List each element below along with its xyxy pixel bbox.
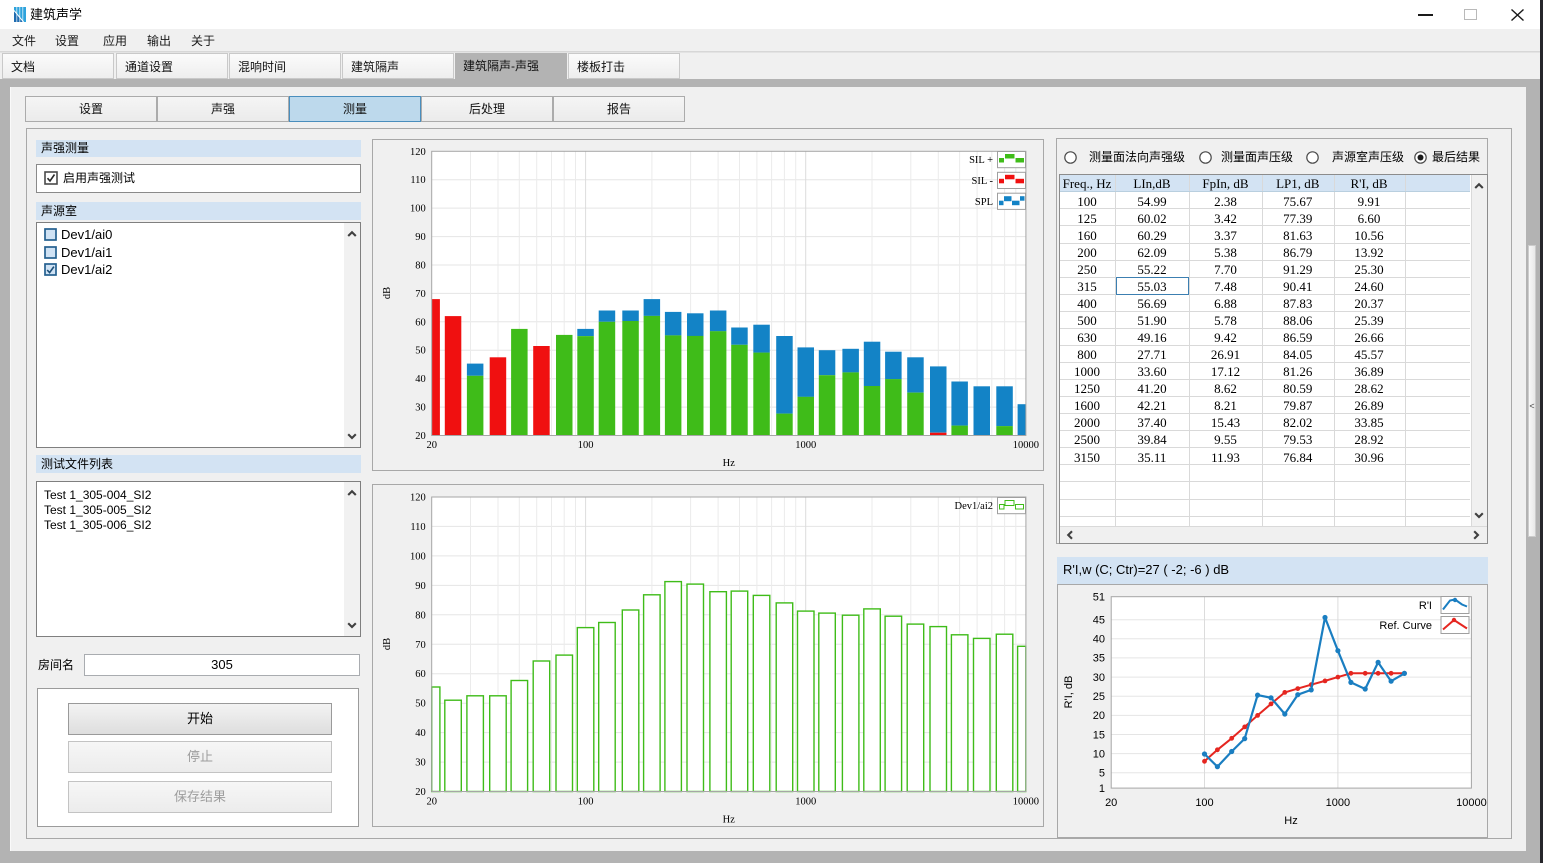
svg-text:30: 30 xyxy=(1093,672,1105,684)
svg-text:100: 100 xyxy=(578,797,594,808)
svg-text:20: 20 xyxy=(426,440,437,451)
svg-text:35: 35 xyxy=(1093,653,1105,665)
svg-text:120: 120 xyxy=(410,147,426,158)
svg-text:SIL +: SIL + xyxy=(969,155,993,166)
svg-text:Hz: Hz xyxy=(723,458,736,469)
svg-text:R'I, dB: R'I, dB xyxy=(1063,676,1075,709)
svg-text:40: 40 xyxy=(415,374,426,385)
svg-text:1: 1 xyxy=(1099,783,1105,795)
svg-text:50: 50 xyxy=(415,699,426,710)
svg-text:110: 110 xyxy=(410,175,425,186)
svg-text:70: 70 xyxy=(415,289,426,300)
svg-text:25: 25 xyxy=(1093,691,1105,703)
svg-text:110: 110 xyxy=(410,522,425,533)
svg-text:20: 20 xyxy=(415,787,426,798)
svg-text:1000: 1000 xyxy=(1326,797,1350,809)
svg-text:Ref. Curve: Ref. Curve xyxy=(1379,620,1432,632)
svg-text:45: 45 xyxy=(1093,615,1105,627)
svg-text:10000: 10000 xyxy=(1013,797,1039,808)
svg-text:70: 70 xyxy=(415,640,426,651)
svg-text:R'I: R'I xyxy=(1419,600,1432,612)
svg-text:20: 20 xyxy=(1105,797,1117,809)
svg-text:5: 5 xyxy=(1099,768,1105,780)
svg-text:Dev1/ai2: Dev1/ai2 xyxy=(955,501,994,512)
svg-text:100: 100 xyxy=(578,440,594,451)
svg-text:Hz: Hz xyxy=(1284,815,1297,827)
svg-text:90: 90 xyxy=(415,581,426,592)
svg-text:20: 20 xyxy=(426,797,437,808)
svg-text:51: 51 xyxy=(1093,592,1105,604)
svg-text:100: 100 xyxy=(1195,797,1213,809)
svg-text:SPL: SPL xyxy=(975,197,993,208)
svg-text:1000: 1000 xyxy=(795,797,816,808)
svg-text:dB: dB xyxy=(382,638,393,650)
svg-text:40: 40 xyxy=(1093,634,1105,646)
svg-text:30: 30 xyxy=(415,758,426,769)
svg-text:120: 120 xyxy=(410,493,426,504)
svg-text:90: 90 xyxy=(415,232,426,243)
svg-text:SIL -: SIL - xyxy=(972,176,994,187)
svg-text:100: 100 xyxy=(410,551,426,562)
svg-text:80: 80 xyxy=(415,261,426,272)
svg-text:10000: 10000 xyxy=(1013,440,1039,451)
svg-text:40: 40 xyxy=(415,728,426,739)
svg-text:dB: dB xyxy=(382,287,393,299)
svg-text:50: 50 xyxy=(415,346,426,357)
svg-text:1000: 1000 xyxy=(795,440,816,451)
svg-text:100: 100 xyxy=(410,204,426,215)
svg-text:Hz: Hz xyxy=(723,815,736,826)
svg-text:30: 30 xyxy=(415,403,426,414)
svg-text:80: 80 xyxy=(415,610,426,621)
svg-text:60: 60 xyxy=(415,669,426,680)
svg-text:10: 10 xyxy=(1093,748,1105,760)
svg-text:20: 20 xyxy=(1093,710,1105,722)
svg-text:10000: 10000 xyxy=(1456,797,1487,809)
svg-text:20: 20 xyxy=(415,431,426,442)
svg-text:15: 15 xyxy=(1093,729,1105,741)
svg-text:60: 60 xyxy=(415,317,426,328)
